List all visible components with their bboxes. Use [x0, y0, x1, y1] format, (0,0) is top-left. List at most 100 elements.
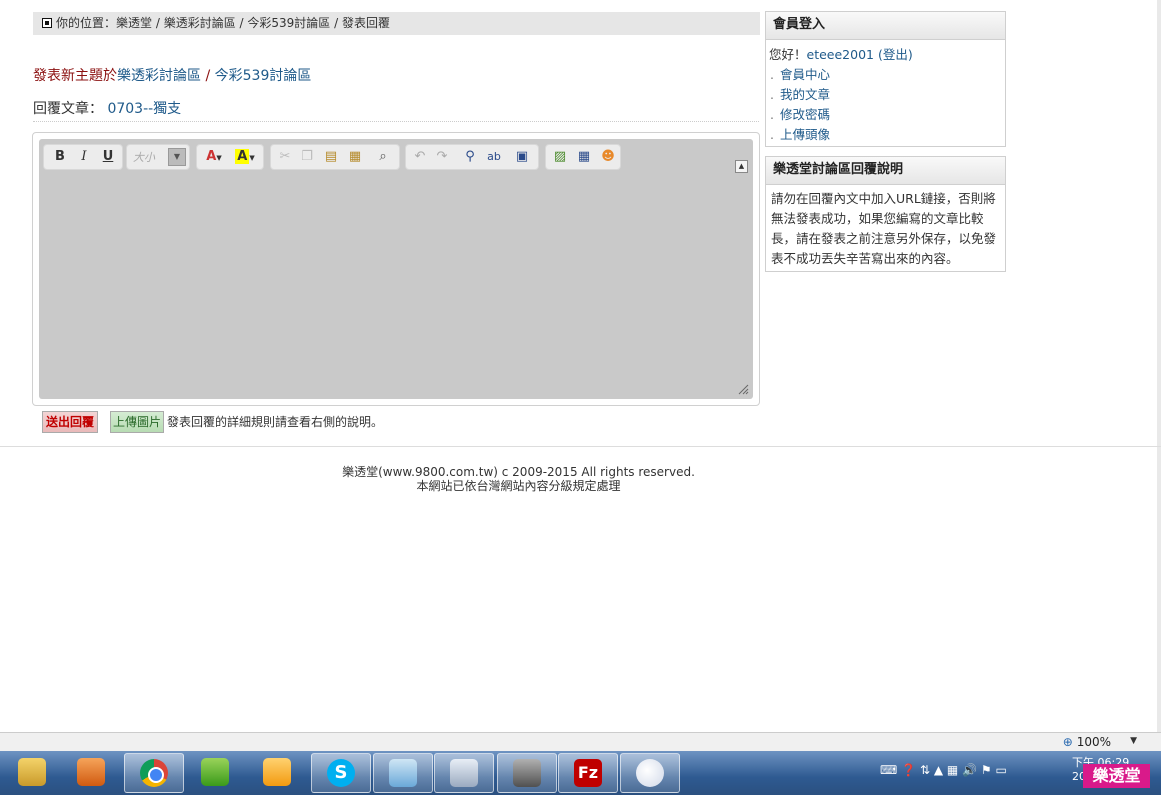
taskbar-movie-maker[interactable] [497, 753, 557, 793]
greeting: 您好！eteee2001 (登出) [769, 44, 913, 63]
zoom-value: 100% [1076, 735, 1111, 749]
change-password-link[interactable]: . 修改密碼 [770, 104, 830, 123]
footer: 樂透堂(www.9800.com.tw) c 2009-2015 All rig… [0, 465, 1037, 493]
my-posts-link[interactable]: . 我的文章 [770, 84, 830, 103]
font-size-placeholder: 大小 [133, 151, 155, 164]
image-icon[interactable]: ▨ [550, 147, 570, 167]
folder-icon [18, 758, 46, 786]
footer-copyright: 樂透堂(www.9800.com.tw) c 2009-2015 All rig… [342, 465, 695, 479]
flag-icon[interactable]: ⚑ [981, 763, 992, 777]
paste-icon[interactable]: ▤ [321, 147, 341, 167]
footer-divider [0, 446, 1161, 447]
resize-handle-icon[interactable] [737, 383, 749, 395]
board-link[interactable]: 今彩539討論區 [215, 68, 312, 84]
taskbar-explorer[interactable] [3, 753, 61, 791]
keyboard-icon[interactable]: ⌨ [880, 763, 897, 777]
logout-link[interactable]: (登出) [878, 47, 913, 62]
highlight-button[interactable]: A ▼ [231, 147, 259, 167]
taskbar: S Fz ⌨ ❓ ⇅ ▲ ▦ 🔊 ⚑ ▭ 下午 06:29 2015/... [0, 751, 1161, 795]
copy-icon[interactable]: ❐ [297, 147, 317, 167]
highlight-glyph: A [235, 149, 250, 164]
paste-text-icon[interactable]: ▦ [345, 147, 365, 167]
reply-help-body: 請勿在回覆內文中加入URL鏈接，否則將無法發表成功，如果您編寫的文章比較長，請在… [771, 191, 997, 266]
upload-image-button[interactable]: 上傳圖片 [110, 411, 164, 433]
show-hidden-icons[interactable]: ▲ [934, 763, 943, 777]
preview-icon[interactable]: ⌕ [373, 147, 393, 167]
help-icon[interactable]: ❓ [901, 763, 916, 777]
new-topic-line: 發表新主題於樂透彩討論區 / 今彩539討論區 [33, 65, 311, 85]
breadcrumb-sep: / [235, 16, 248, 30]
table-icon[interactable]: ▦ [574, 147, 594, 167]
editor-textarea[interactable]: B I U 大小 ▼ A▼ A ▼ ✂ ❐ ▤ ▦ ⌕ ↶ ↷ ⚲ ab ▣ ▨ … [39, 139, 753, 399]
greeting-text: 您好！ [769, 47, 807, 62]
system-tray: ⌨ ❓ ⇅ ▲ ▦ 🔊 ⚑ ▭ [880, 763, 1007, 777]
submit-reply-button[interactable]: 送出回覆 [42, 411, 98, 433]
color-toolbar-group: A▼ A ▼ [196, 144, 264, 170]
font-color-button[interactable]: A▼ [201, 147, 227, 167]
reply-title-line: 回覆文章： 0703--獨支 [33, 98, 181, 118]
zoom-level[interactable]: ⊕ 100% [1063, 735, 1111, 749]
zoom-icon: ⊕ [1062, 735, 1073, 749]
change-password-label: 修改密碼 [779, 107, 830, 122]
my-posts-label: 我的文章 [779, 87, 830, 102]
breadcrumb-sep: / [152, 16, 164, 30]
taskbar-paint[interactable] [620, 753, 680, 793]
footer-rating: 本網站已依台灣網站內容分級規定處理 [416, 479, 621, 493]
cut-icon[interactable]: ✂ [275, 147, 295, 167]
new-topic-label: 發表新主題於 [33, 68, 117, 84]
reply-topic-link[interactable]: 0703--獨支 [107, 101, 181, 117]
find-icon[interactable]: ⚲ [460, 147, 480, 167]
volume-icon[interactable]: 🔊 [962, 763, 977, 777]
member-center-label: 會員中心 [779, 67, 830, 82]
taskbar-outlook[interactable] [248, 753, 306, 791]
underline-button[interactable]: U [98, 147, 118, 167]
italic-button[interactable]: I [74, 147, 94, 167]
media-player-icon [77, 758, 105, 786]
username-link[interactable]: eteee2001 [807, 47, 874, 62]
breadcrumb-home[interactable]: 樂透堂 [116, 16, 152, 30]
vertical-scrollbar[interactable] [1157, 0, 1161, 732]
font-size-select[interactable]: 大小 ▼ [126, 144, 190, 170]
editor-container: B I U 大小 ▼ A▼ A ▼ ✂ ❐ ▤ ▦ ⌕ ↶ ↷ ⚲ ab ▣ ▨ … [32, 132, 760, 406]
member-center-link[interactable]: . 會員中心 [770, 64, 830, 83]
taskbar-calculator[interactable] [434, 753, 494, 793]
collapse-toolbar-icon[interactable]: ▲ [735, 160, 748, 173]
divider [33, 121, 759, 122]
reply-help-title: 樂透堂討論區回覆說明 [766, 157, 1005, 185]
filezilla-icon: Fz [574, 759, 602, 787]
taskbar-chrome[interactable] [124, 753, 184, 793]
fullscreen-icon[interactable]: ▣ [512, 147, 532, 167]
reply-rules-note: 發表回覆的詳細規則請查看右側的說明。 [167, 415, 384, 429]
emoticon-icon[interactable]: ☻ [598, 147, 618, 167]
login-panel: 會員登入 您好！eteee2001 (登出) . 會員中心 . 我的文章 . 修改密碼… [765, 11, 1006, 147]
zoom-dropdown-icon[interactable]: ▼ [1130, 736, 1137, 746]
taskbar-skype[interactable]: S [311, 753, 371, 793]
redo-icon[interactable]: ↷ [432, 147, 452, 167]
location-icon [42, 18, 52, 28]
chevron-down-icon: ▼ [168, 148, 186, 166]
network-icon[interactable]: ⇅ [920, 763, 930, 777]
post-icon [201, 758, 229, 786]
breadcrumb-prefix: 你的位置： [56, 16, 117, 30]
insert-toolbar-group: ▨ ▦ ☻ [545, 144, 621, 170]
upload-avatar-link[interactable]: . 上傳頭像 [770, 124, 830, 143]
breadcrumb-lottery-forum[interactable]: 樂透彩討論區 [164, 16, 236, 30]
breadcrumb-sep: / [330, 16, 342, 30]
display-icon[interactable]: ▭ [995, 763, 1006, 777]
upload-avatar-label: 上傳頭像 [779, 127, 830, 142]
calendar-icon[interactable]: ▦ [947, 763, 958, 777]
taskbar-filezilla[interactable]: Fz [558, 753, 618, 793]
outlook-icon [263, 758, 291, 786]
bold-button[interactable]: B [50, 147, 70, 167]
taskbar-app[interactable] [373, 753, 433, 793]
board-sep: / [201, 68, 215, 84]
taskbar-media-player[interactable] [62, 753, 120, 791]
undo-icon[interactable]: ↶ [410, 147, 430, 167]
breadcrumb-539-forum[interactable]: 今彩539討論區 [247, 16, 330, 30]
movie-maker-icon [513, 759, 541, 787]
breadcrumb: 你的位置：樂透堂 / 樂透彩討論區 / 今彩539討論區 / 發表回覆 [33, 12, 760, 35]
board-parent-link[interactable]: 樂透彩討論區 [117, 68, 201, 84]
taskbar-post-app[interactable] [186, 753, 244, 791]
replace-icon[interactable]: ab [484, 147, 504, 167]
format-toolbar-group: B I U [43, 144, 123, 170]
